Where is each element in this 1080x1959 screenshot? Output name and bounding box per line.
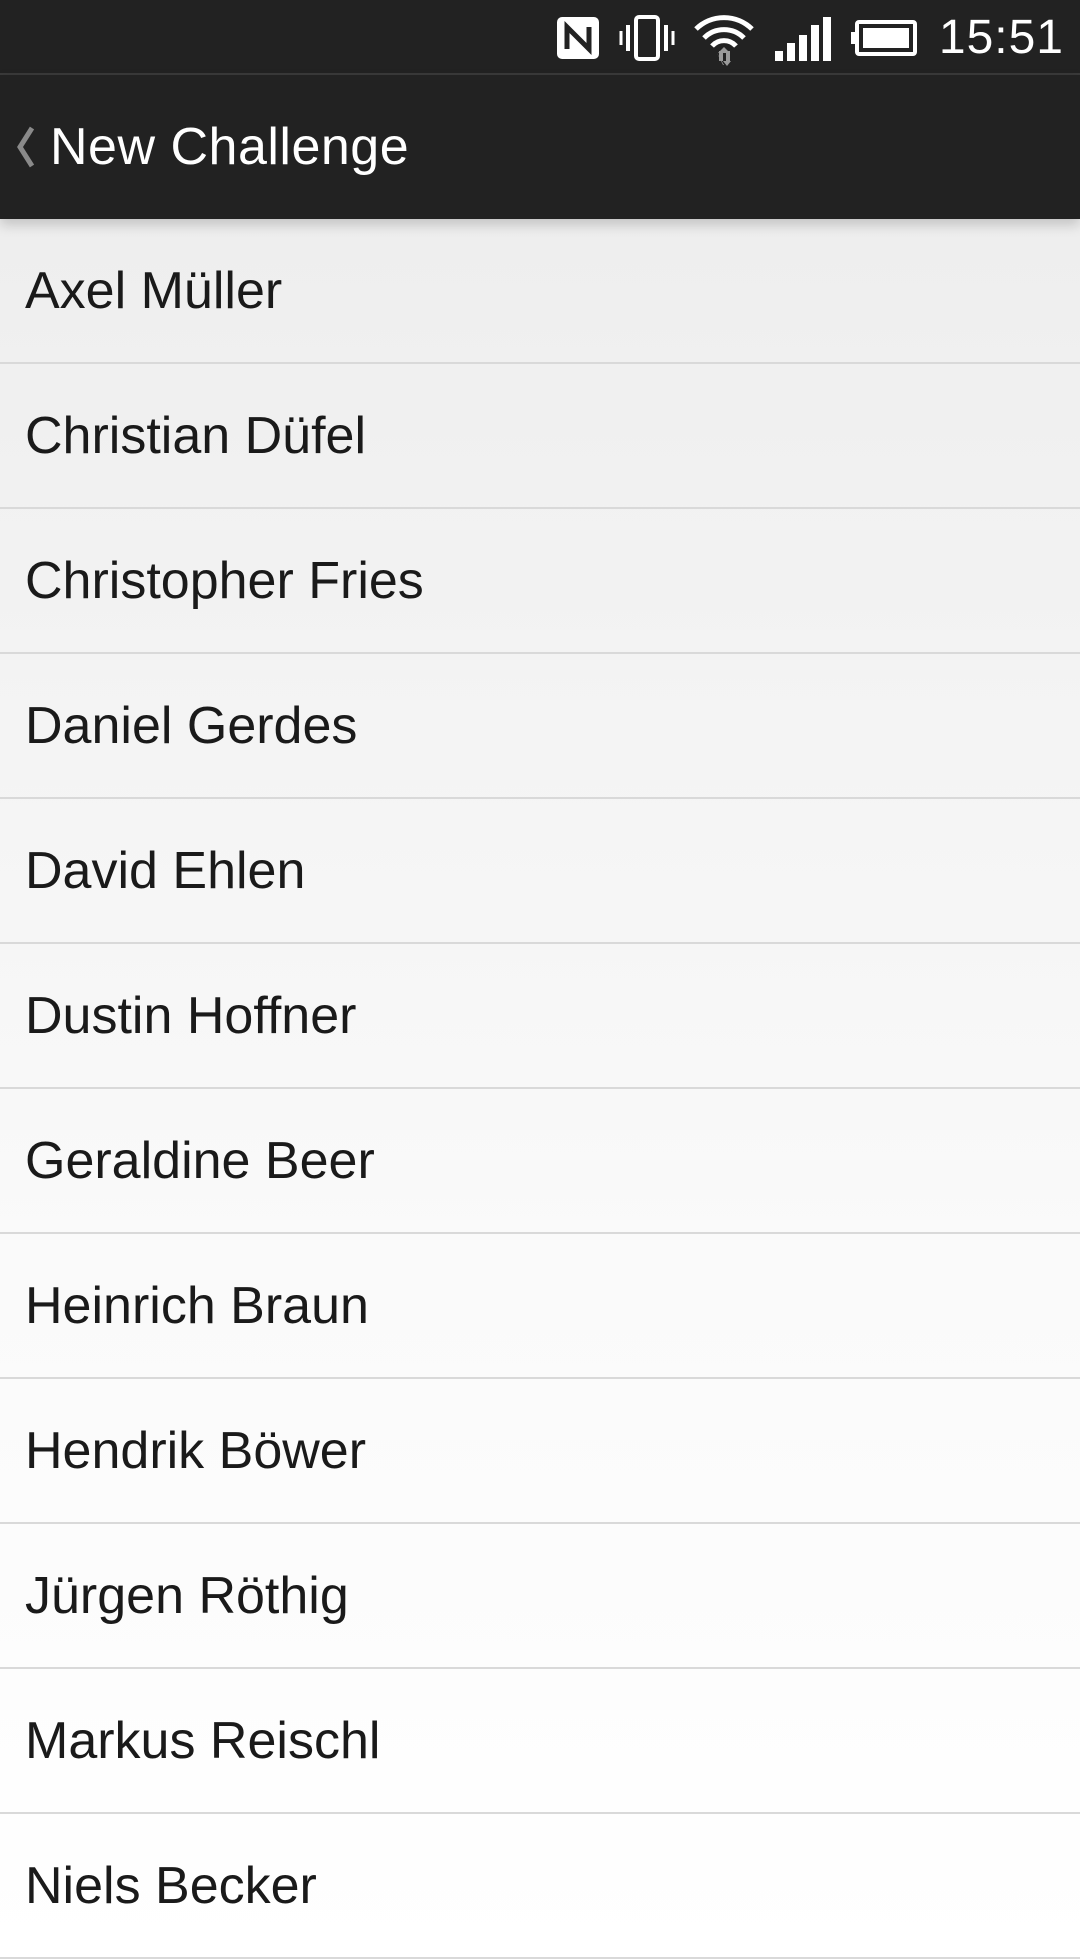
status-icons: 15:51 — [555, 0, 1064, 75]
wifi-icon — [693, 9, 755, 67]
list-item[interactable]: Geraldine Beer — [0, 1089, 1080, 1234]
contact-name: Christian Düfel — [25, 406, 367, 465]
contact-name: Markus Reischl — [25, 1711, 381, 1770]
list-item[interactable]: David Ehlen — [0, 799, 1080, 944]
page-title[interactable]: New Challenge — [50, 117, 409, 177]
list-item[interactable]: Jürgen Röthig — [0, 1524, 1080, 1669]
contact-name: Dustin Hoffner — [25, 986, 357, 1045]
contact-name: David Ehlen — [25, 841, 306, 900]
vibrate-icon — [619, 13, 675, 63]
contact-name: Heinrich Braun — [25, 1276, 369, 1335]
battery-icon — [849, 19, 917, 56]
chevron-left-icon[interactable] — [10, 117, 40, 177]
contact-list: Axel Müller Christian Düfel Christopher … — [0, 219, 1080, 1959]
status-bar: 15:51 — [0, 0, 1080, 75]
list-item[interactable]: Niels Becker — [0, 1814, 1080, 1959]
list-item[interactable]: Hendrik Böwer — [0, 1379, 1080, 1524]
list-item[interactable]: Dustin Hoffner — [0, 944, 1080, 1089]
list-item[interactable]: Daniel Gerdes — [0, 654, 1080, 799]
contact-name: Geraldine Beer — [25, 1131, 375, 1190]
list-item[interactable]: Christopher Fries — [0, 509, 1080, 654]
contact-name: Hendrik Böwer — [25, 1421, 367, 1480]
nfc-icon — [555, 15, 601, 61]
status-time: 15:51 — [938, 11, 1064, 64]
list-item[interactable]: Axel Müller — [0, 219, 1080, 364]
contact-name: Daniel Gerdes — [25, 696, 358, 755]
contact-name: Niels Becker — [25, 1856, 317, 1915]
list-item[interactable]: Christian Düfel — [0, 364, 1080, 509]
list-item[interactable]: Markus Reischl — [0, 1669, 1080, 1814]
contact-name: Christopher Fries — [25, 551, 424, 610]
contact-name: Jürgen Röthig — [25, 1566, 349, 1625]
signal-icon — [773, 15, 831, 61]
contact-name: Axel Müller — [25, 261, 283, 320]
action-bar: New Challenge — [0, 75, 1080, 219]
list-item[interactable]: Heinrich Braun — [0, 1234, 1080, 1379]
